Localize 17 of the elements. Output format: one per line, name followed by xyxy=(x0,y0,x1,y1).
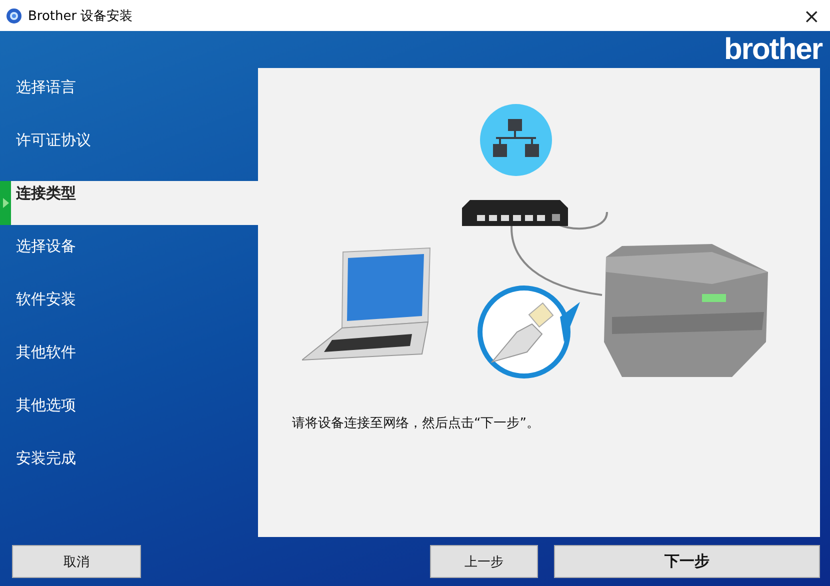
back-button[interactable]: 上一步 xyxy=(430,545,538,578)
sidebar-item[interactable]: 其他软件 xyxy=(0,340,258,384)
sidebar-item[interactable]: 选择语言 xyxy=(0,75,258,119)
sidebar-item[interactable]: 软件安装 xyxy=(0,287,258,331)
triangle-icon xyxy=(2,198,8,208)
sidebar-item[interactable]: 连接类型 xyxy=(0,181,258,225)
brand-logo: brother xyxy=(724,32,822,66)
close-button[interactable]: × xyxy=(799,6,824,26)
sidebar-item[interactable]: 选择设备 xyxy=(0,234,258,278)
sidebar-item[interactable]: 安装完成 xyxy=(0,446,258,490)
instruction-text: 请将设备连接至网络，然后点击“下一步”。 xyxy=(292,415,540,432)
sidebar-item[interactable]: 其他选项 xyxy=(0,393,258,437)
next-button[interactable]: 下一步 xyxy=(554,545,820,578)
window-title: Brother 设备安装 xyxy=(28,8,134,24)
cancel-button[interactable]: 取消 xyxy=(12,545,141,578)
sidebar-item[interactable]: 许可证协议 xyxy=(0,128,258,172)
app-icon xyxy=(6,8,22,24)
